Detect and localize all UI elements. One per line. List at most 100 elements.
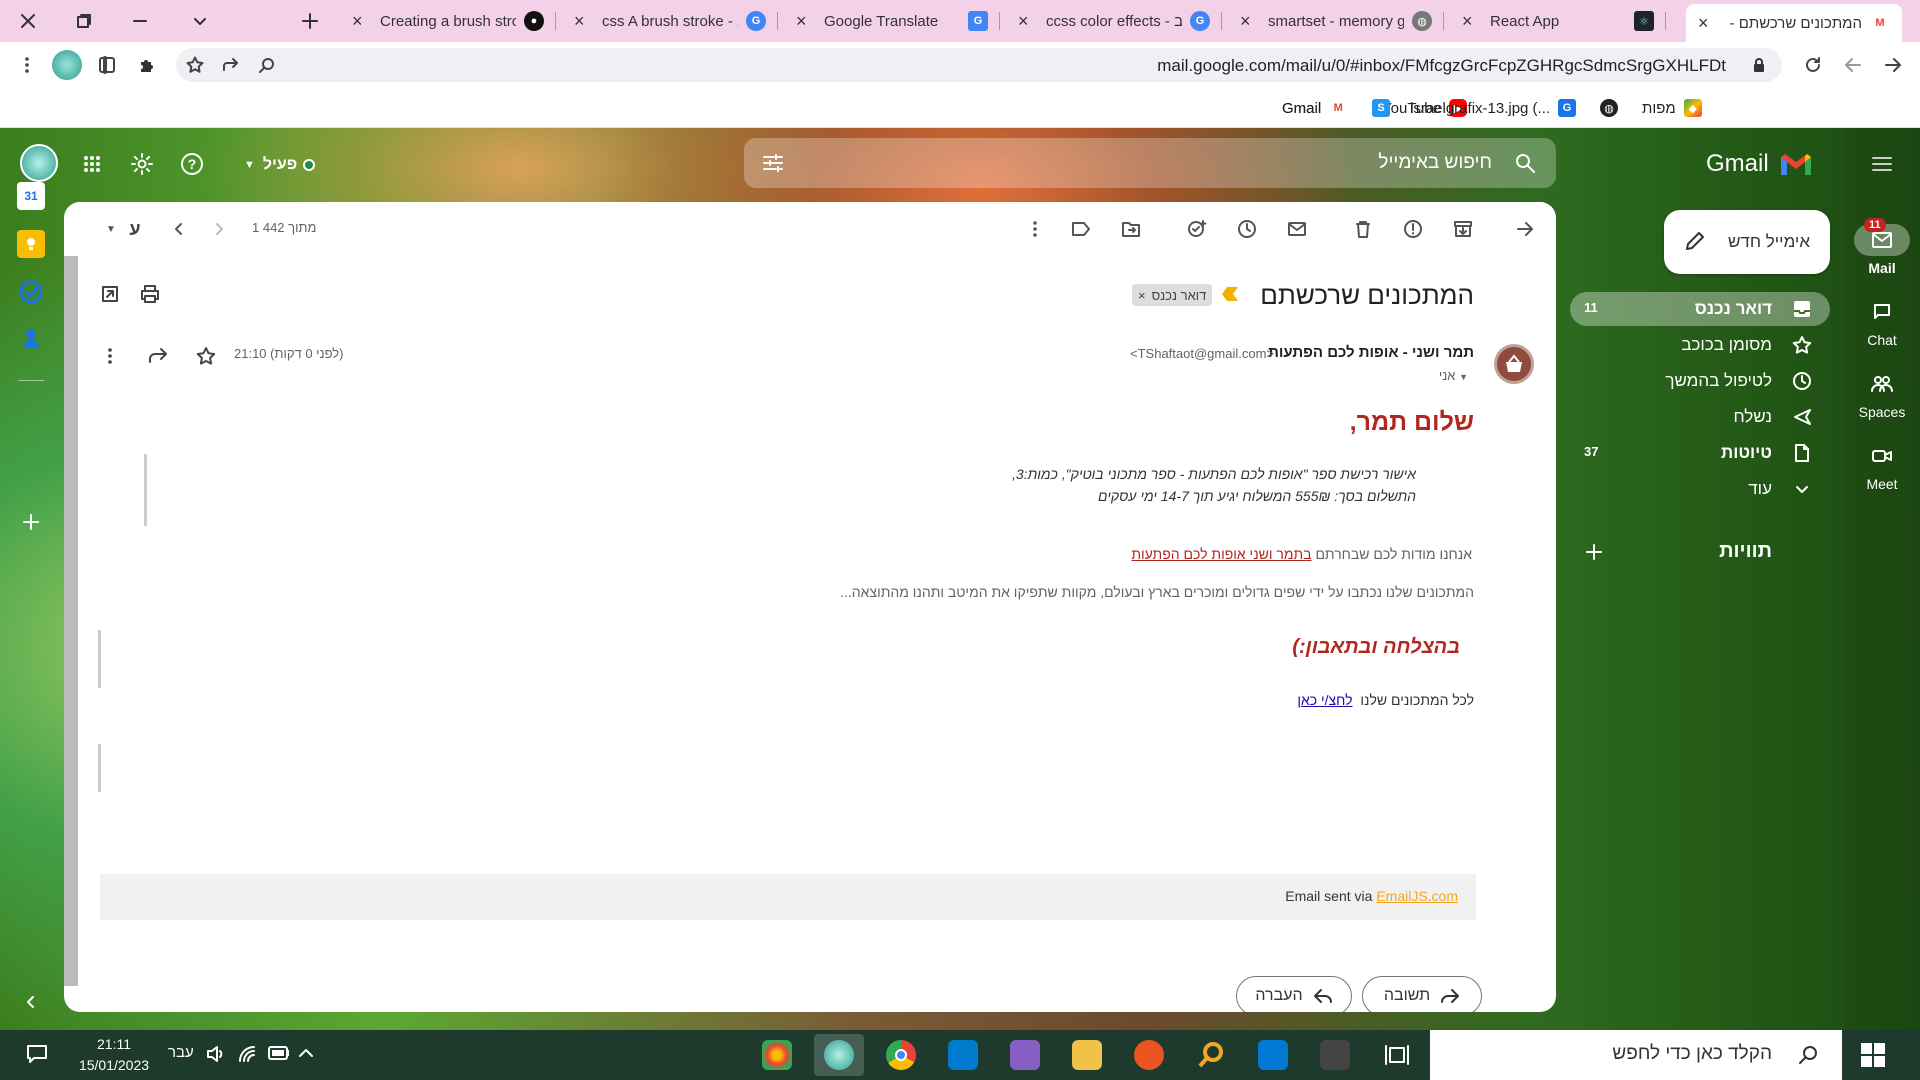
newer-button[interactable] xyxy=(168,218,190,240)
print-button[interactable] xyxy=(140,284,160,304)
open-new-window-button[interactable] xyxy=(100,284,120,304)
calendar-icon[interactable]: 31 xyxy=(17,182,45,210)
status-dropdown[interactable]: ▼ פעיל xyxy=(244,152,316,178)
google-apps-button[interactable] xyxy=(78,150,106,178)
volume-icon[interactable] xyxy=(206,1045,226,1063)
remove-label-icon[interactable]: × xyxy=(1138,288,1146,303)
forward-quick-button[interactable] xyxy=(146,344,170,368)
battery-icon[interactable] xyxy=(268,1046,290,1060)
click-here-link[interactable]: לחצ/י כאן xyxy=(1297,692,1352,708)
wifi-icon[interactable] xyxy=(238,1045,258,1063)
file-explorer-icon[interactable] xyxy=(1072,1040,1102,1070)
contacts-icon[interactable] xyxy=(17,324,45,352)
bookmark-globe[interactable]: ◍ xyxy=(1600,96,1626,120)
search-app-icon[interactable] xyxy=(1196,1040,1226,1070)
get-addons-button[interactable] xyxy=(17,508,45,536)
folder-snoozed[interactable]: לטיפול בהמשך xyxy=(1570,364,1830,398)
chevron-up-icon[interactable] xyxy=(298,1046,314,1060)
input-tools-button[interactable]: ע xyxy=(124,218,146,240)
new-tab-button[interactable] xyxy=(282,0,338,42)
older-button[interactable] xyxy=(208,218,230,240)
start-button[interactable] xyxy=(1860,1042,1886,1068)
account-avatar[interactable] xyxy=(20,144,58,182)
tab-ccss-color-effects[interactable]: × ccss color effects - ב G xyxy=(1006,4,1222,38)
chrome-icon[interactable] xyxy=(886,1040,916,1070)
reply-button[interactable]: תשובה xyxy=(1362,976,1482,1012)
search-options-button[interactable] xyxy=(762,152,784,174)
nav-mail[interactable]: 11 Mail xyxy=(1844,218,1920,276)
label-button[interactable] xyxy=(1070,218,1092,240)
nav-meet[interactable]: Meet xyxy=(1844,440,1920,492)
nav-spaces[interactable]: Spaces xyxy=(1844,368,1920,420)
sender-name[interactable]: תמר ושני - אופות לכם הפתעות xyxy=(1268,344,1474,361)
brand-link[interactable]: בתמר ושני אופות לכם הפתעות xyxy=(1131,546,1311,562)
folder-drafts[interactable]: טיוטות 37 xyxy=(1570,436,1830,470)
store-icon[interactable] xyxy=(1320,1040,1350,1070)
language-indicator[interactable]: עבר xyxy=(168,1044,194,1061)
nav-chat[interactable]: Chat xyxy=(1844,296,1920,348)
hide-side-panel-button[interactable] xyxy=(17,988,45,1016)
close-icon[interactable]: × xyxy=(1462,12,1480,30)
folder-more[interactable]: עוד xyxy=(1570,472,1830,506)
snooze-button[interactable] xyxy=(1236,218,1258,240)
zoom-lens-button[interactable] xyxy=(252,50,282,80)
forward-button[interactable]: העברה xyxy=(1236,976,1352,1012)
tab-google-translate[interactable]: × Google Translate G xyxy=(784,4,1000,38)
profile-avatar[interactable] xyxy=(52,50,82,80)
tab-css-brush-stroke[interactable]: × css A brush stroke - ב G xyxy=(562,4,778,38)
folder-sent[interactable]: נשלח xyxy=(1570,400,1830,434)
close-icon[interactable]: × xyxy=(1698,14,1716,32)
add-to-tasks-button[interactable] xyxy=(1186,218,1208,240)
mail-app-icon[interactable] xyxy=(1258,1040,1288,1070)
notifications-button[interactable] xyxy=(26,1044,48,1064)
menu-button[interactable] xyxy=(12,50,42,80)
folder-inbox[interactable]: דואר נכנס 11 xyxy=(1570,292,1830,326)
share-button[interactable] xyxy=(216,50,246,80)
vscode-icon[interactable] xyxy=(948,1040,978,1070)
more-email-options-button[interactable] xyxy=(98,344,122,368)
search-button[interactable] xyxy=(1514,152,1536,174)
address-bar[interactable]: mail.google.com/mail/u/0/#inbox/FMfcgzGr… xyxy=(176,48,1782,82)
help-button[interactable]: ? xyxy=(178,150,206,178)
tab-creating-brush[interactable]: × Creating a brush strol ● xyxy=(340,4,556,38)
importance-marker-icon[interactable] xyxy=(1222,287,1238,301)
bookmark-maps[interactable]: מפות ◆ xyxy=(1642,96,1702,120)
move-to-button[interactable] xyxy=(1120,218,1142,240)
extensions-button[interactable] xyxy=(132,50,162,80)
maximize-button[interactable] xyxy=(56,0,112,42)
back-to-inbox-button[interactable] xyxy=(1514,218,1536,240)
tab-gmail-active[interactable]: × המתכונים שרכשתם - M xyxy=(1686,4,1902,42)
bookmark-s[interactable]: S xyxy=(1372,96,1398,120)
star-email-button[interactable] xyxy=(194,344,218,368)
minimize-button[interactable] xyxy=(112,0,168,42)
taskbar-search[interactable]: הקלד כאן כדי לחפש xyxy=(1430,1030,1842,1080)
compose-button[interactable]: אימייל חדש xyxy=(1664,210,1830,274)
add-label-button[interactable] xyxy=(1584,542,1604,562)
keep-icon[interactable] xyxy=(17,230,45,258)
tab-smartset[interactable]: × smartset - memory ga ◍ xyxy=(1228,4,1444,38)
mark-unread-button[interactable] xyxy=(1286,218,1308,240)
tab-react-app[interactable]: × React App ⚛ xyxy=(1450,4,1666,38)
chrome-canary-icon[interactable] xyxy=(762,1040,792,1070)
bookmark-israelgrafix[interactable]: israelgrafix-13.jpg (... G xyxy=(1410,96,1590,120)
delete-button[interactable] xyxy=(1352,218,1374,240)
emailjs-link[interactable]: EmailJS.com xyxy=(1376,888,1458,904)
back-button[interactable] xyxy=(1878,50,1908,80)
gmail-logo[interactable]: Gmail xyxy=(1706,150,1813,178)
chrome-profile-taskbar[interactable] xyxy=(814,1034,864,1076)
lock-icon[interactable] xyxy=(1744,50,1774,80)
ubuntu-icon[interactable] xyxy=(1134,1040,1164,1070)
search-input[interactable]: חיפוש באימייל xyxy=(1378,152,1492,174)
task-view-icon[interactable] xyxy=(1382,1040,1412,1070)
close-icon[interactable]: × xyxy=(1018,12,1036,30)
inbox-label-chip[interactable]: × דואר נכנס xyxy=(1132,284,1213,306)
search-bar[interactable]: חיפוש באימייל xyxy=(744,138,1556,188)
clock[interactable]: 21:11 15/01/2023 xyxy=(66,1034,162,1076)
archive-button[interactable] xyxy=(1452,218,1474,240)
report-spam-button[interactable] xyxy=(1402,218,1424,240)
tab-search-button[interactable] xyxy=(172,0,228,42)
sender-avatar[interactable] xyxy=(1494,344,1534,384)
settings-button[interactable] xyxy=(128,150,156,178)
input-tools-dropdown[interactable]: ▼ xyxy=(100,218,122,240)
side-panel-button[interactable] xyxy=(92,50,122,80)
